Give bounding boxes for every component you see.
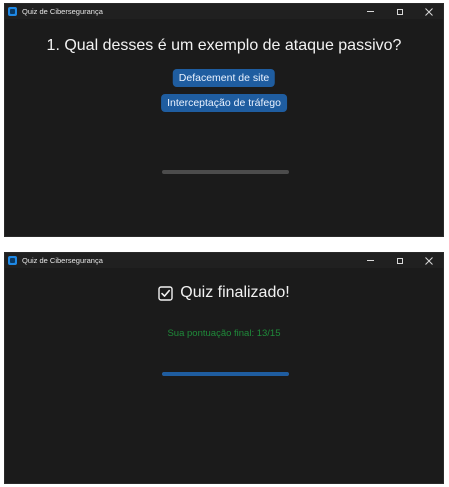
window-controls [356, 253, 443, 268]
app-icon [8, 7, 17, 16]
progress-bar [162, 170, 289, 174]
question-panel: 1. Qual desses é um exemplo de ataque pa… [5, 19, 443, 236]
progress-bar [162, 372, 289, 376]
finished-title: Quiz finalizado! [180, 284, 290, 301]
minimize-button[interactable] [356, 253, 385, 268]
maximize-button[interactable] [385, 4, 414, 19]
app-icon [8, 256, 17, 265]
window-title: Quiz de Cibersegurança [22, 256, 103, 265]
minimize-button[interactable] [356, 4, 385, 19]
close-button[interactable] [414, 253, 443, 268]
close-icon [424, 7, 433, 16]
finished-heading: Quiz finalizado! [5, 284, 443, 302]
quiz-window-finished: Quiz de Cibersegurança Quiz finalizado! … [4, 252, 444, 484]
close-icon [424, 256, 433, 265]
window-controls [356, 4, 443, 19]
progress-bar-fill [162, 372, 289, 376]
answer-button-2[interactable]: Interceptação de tráfego [161, 94, 287, 112]
answer-button-1[interactable]: Defacement de site [172, 69, 276, 87]
final-score-text: Sua pontuação final: 13/15 [167, 328, 281, 339]
title-bar[interactable]: Quiz de Cibersegurança [5, 253, 443, 268]
minimize-icon [367, 11, 374, 12]
close-button[interactable] [414, 4, 443, 19]
window-title: Quiz de Cibersegurança [22, 7, 103, 16]
question-text: 1. Qual desses é um exemplo de ataque pa… [46, 37, 402, 54]
result-panel: Quiz finalizado! Sua pontuação final: 13… [5, 268, 443, 483]
maximize-icon [396, 8, 403, 15]
maximize-icon [396, 257, 403, 264]
minimize-icon [367, 260, 374, 261]
quiz-window-question: Quiz de Cibersegurança 1. Qual desses é … [4, 3, 444, 237]
title-bar[interactable]: Quiz de Cibersegurança [5, 4, 443, 19]
checkbox-checked-icon [158, 285, 173, 301]
maximize-button[interactable] [385, 253, 414, 268]
